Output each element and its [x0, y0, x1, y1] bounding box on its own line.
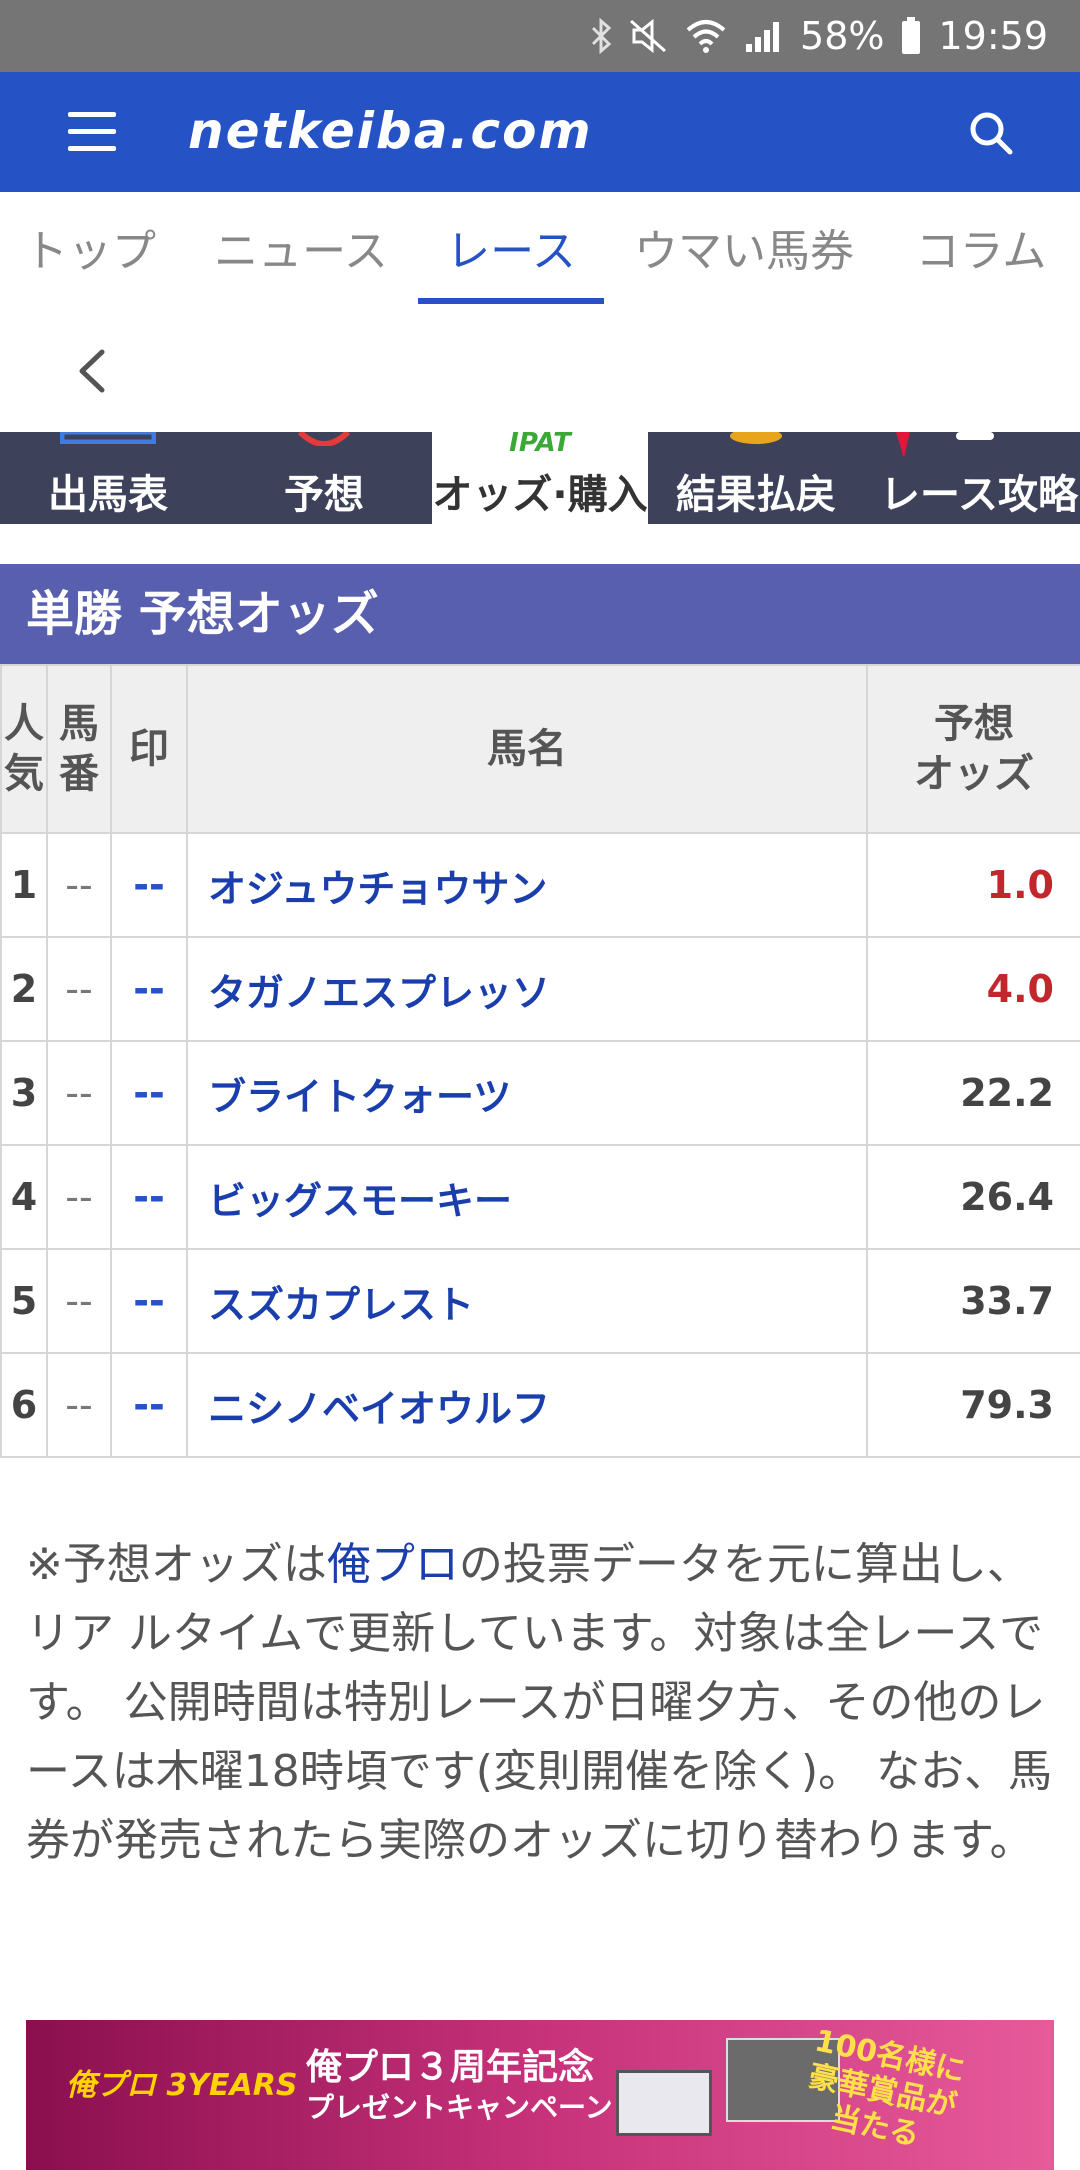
subtab-odds-purchase[interactable]: IPAT オッズ·購入 [432, 432, 648, 524]
subtab-label: 結果払戻 [676, 472, 836, 518]
header-horse-name: 馬名 [186, 664, 868, 834]
entry-table-icon [60, 432, 156, 444]
battery-percent: 58% [800, 14, 885, 58]
horse-name-link[interactable]: ビッグスモーキー [186, 1144, 868, 1250]
table-row: 5 -- -- スズカプレスト 33.7 [0, 1248, 1080, 1354]
subtab-race-strategy[interactable]: レース攻略 [864, 432, 1080, 524]
odds-note: ※予想オッズは俺プロの投票データを元に算出し、リア ルタイムで更新しています。対… [26, 1530, 1056, 1875]
tab-column[interactable]: コラム [896, 192, 1066, 312]
mute-icon [628, 18, 668, 54]
rank-cell: 1 [0, 832, 48, 938]
odds-cell: 33.7 [866, 1248, 1080, 1354]
header-rank: 人 気 [0, 664, 48, 834]
horse-number-cell: -- [46, 1040, 112, 1146]
back-row [0, 312, 1080, 432]
header-mark: 印 [110, 664, 188, 834]
odds-cell: 22.2 [866, 1040, 1080, 1146]
flag-icon [896, 432, 994, 458]
header-odds: 予想 オッズ [866, 664, 1080, 834]
horse-number-cell: -- [46, 832, 112, 938]
main-nav-tabs: トップ ニュース レース ウマい馬券 コラム [0, 192, 1080, 313]
tab-top[interactable]: トップ [10, 192, 170, 312]
tab-news[interactable]: ニュース [196, 192, 406, 312]
horse-name-link[interactable]: タガノエスプレッソ [186, 936, 868, 1042]
mark-cell[interactable]: -- [110, 1144, 188, 1250]
subtab-label: 予想 [284, 472, 364, 518]
rank-cell: 6 [0, 1352, 48, 1458]
horse-number-cell: -- [46, 936, 112, 1042]
mark-cell[interactable]: -- [110, 832, 188, 938]
laptop-image [616, 2070, 712, 2136]
odds-cell: 79.3 [866, 1352, 1080, 1458]
odds-cell: 1.0 [866, 832, 1080, 938]
battery-icon [900, 16, 922, 56]
horse-name-link[interactable]: オジュウチョウサン [186, 832, 868, 938]
table-row: 4 -- -- ビッグスモーキー 26.4 [0, 1144, 1080, 1250]
subtab-result-payout[interactable]: 結果払戻 [648, 432, 864, 524]
wifi-icon [684, 18, 728, 54]
rank-cell: 4 [0, 1144, 48, 1250]
mark-cell[interactable]: -- [110, 1248, 188, 1354]
subtab-label: レース攻略 [880, 472, 1078, 518]
orepro-link[interactable]: 俺プロ [327, 1539, 459, 1590]
note-prefix: ※予想オッズは [26, 1539, 327, 1590]
subtab-yoso[interactable]: 予想 [216, 432, 432, 524]
tab-umai-baken[interactable]: ウマい馬券 [626, 192, 862, 312]
bluetooth-icon [590, 18, 612, 54]
odds-cell: 26.4 [866, 1144, 1080, 1250]
table-row: 1 -- -- オジュウチョウサン 1.0 [0, 832, 1080, 938]
header-horse-number: 馬 番 [46, 664, 112, 834]
table-header-row: 人 気 馬 番 印 馬名 予想 オッズ [0, 664, 1080, 834]
rank-cell: 3 [0, 1040, 48, 1146]
horse-number-cell: -- [46, 1144, 112, 1250]
horse-name-link[interactable]: スズカプレスト [186, 1248, 868, 1354]
subtab-shutsuba[interactable]: 出馬表 [0, 432, 216, 524]
mark-cell[interactable]: -- [110, 1352, 188, 1458]
app-header: netkeiba.com [0, 72, 1080, 192]
ipat-badge: IPAT [509, 432, 571, 458]
signal-icon [744, 18, 784, 54]
search-icon[interactable] [966, 108, 1016, 158]
subtab-label: オッズ·購入 [432, 472, 648, 518]
table-row: 3 -- -- ブライトクォーツ 22.2 [0, 1040, 1080, 1146]
site-logo[interactable]: netkeiba.com [188, 102, 593, 160]
banner-prize-text: 100名様に 豪華賞品が 当たる [805, 2023, 969, 2154]
odds-cell: 4.0 [866, 936, 1080, 1042]
hamburger-menu-icon[interactable] [68, 112, 116, 151]
campaign-banner[interactable]: 俺プロ 3YEARS 俺プロ３周年記念 プレゼントキャンペーン 100名様に 豪… [26, 2020, 1054, 2170]
banner-logo: 俺プロ 3YEARS [66, 2068, 298, 2103]
banner-subtitle: プレゼントキャンペーン [306, 2091, 613, 2124]
horse-number-cell: -- [46, 1352, 112, 1458]
clock: 19:59 [938, 14, 1048, 58]
mark-cell[interactable]: -- [110, 936, 188, 1042]
odds-table: 人 気 馬 番 印 馬名 予想 オッズ 1 -- -- オジュウチョウサン 1.… [0, 664, 1080, 1458]
mark-cell[interactable]: -- [110, 1040, 188, 1146]
banner-title: 俺プロ３周年記念 [306, 2047, 595, 2088]
chevron-left-icon[interactable] [64, 336, 124, 406]
section-title: 単勝 予想オッズ [0, 564, 1080, 664]
status-bar: 58% 19:59 [0, 0, 1080, 72]
subtab-label: 出馬表 [48, 472, 168, 518]
tab-race[interactable]: レース [418, 192, 604, 312]
horse-number-cell: -- [46, 1248, 112, 1354]
race-sub-tabs: 出馬表 予想 IPAT オッズ·購入 結果払戻 レース攻略 [0, 432, 1080, 524]
rank-cell: 2 [0, 936, 48, 1042]
horse-name-link[interactable]: ニシノベイオウルフ [186, 1352, 868, 1458]
table-row: 2 -- -- タガノエスプレッソ 4.0 [0, 936, 1080, 1042]
horse-name-link[interactable]: ブライトクォーツ [186, 1040, 868, 1146]
table-row: 6 -- -- ニシノベイオウルフ 79.3 [0, 1352, 1080, 1458]
rank-cell: 5 [0, 1248, 48, 1354]
target-icon [297, 432, 351, 446]
coins-icon [730, 432, 782, 444]
